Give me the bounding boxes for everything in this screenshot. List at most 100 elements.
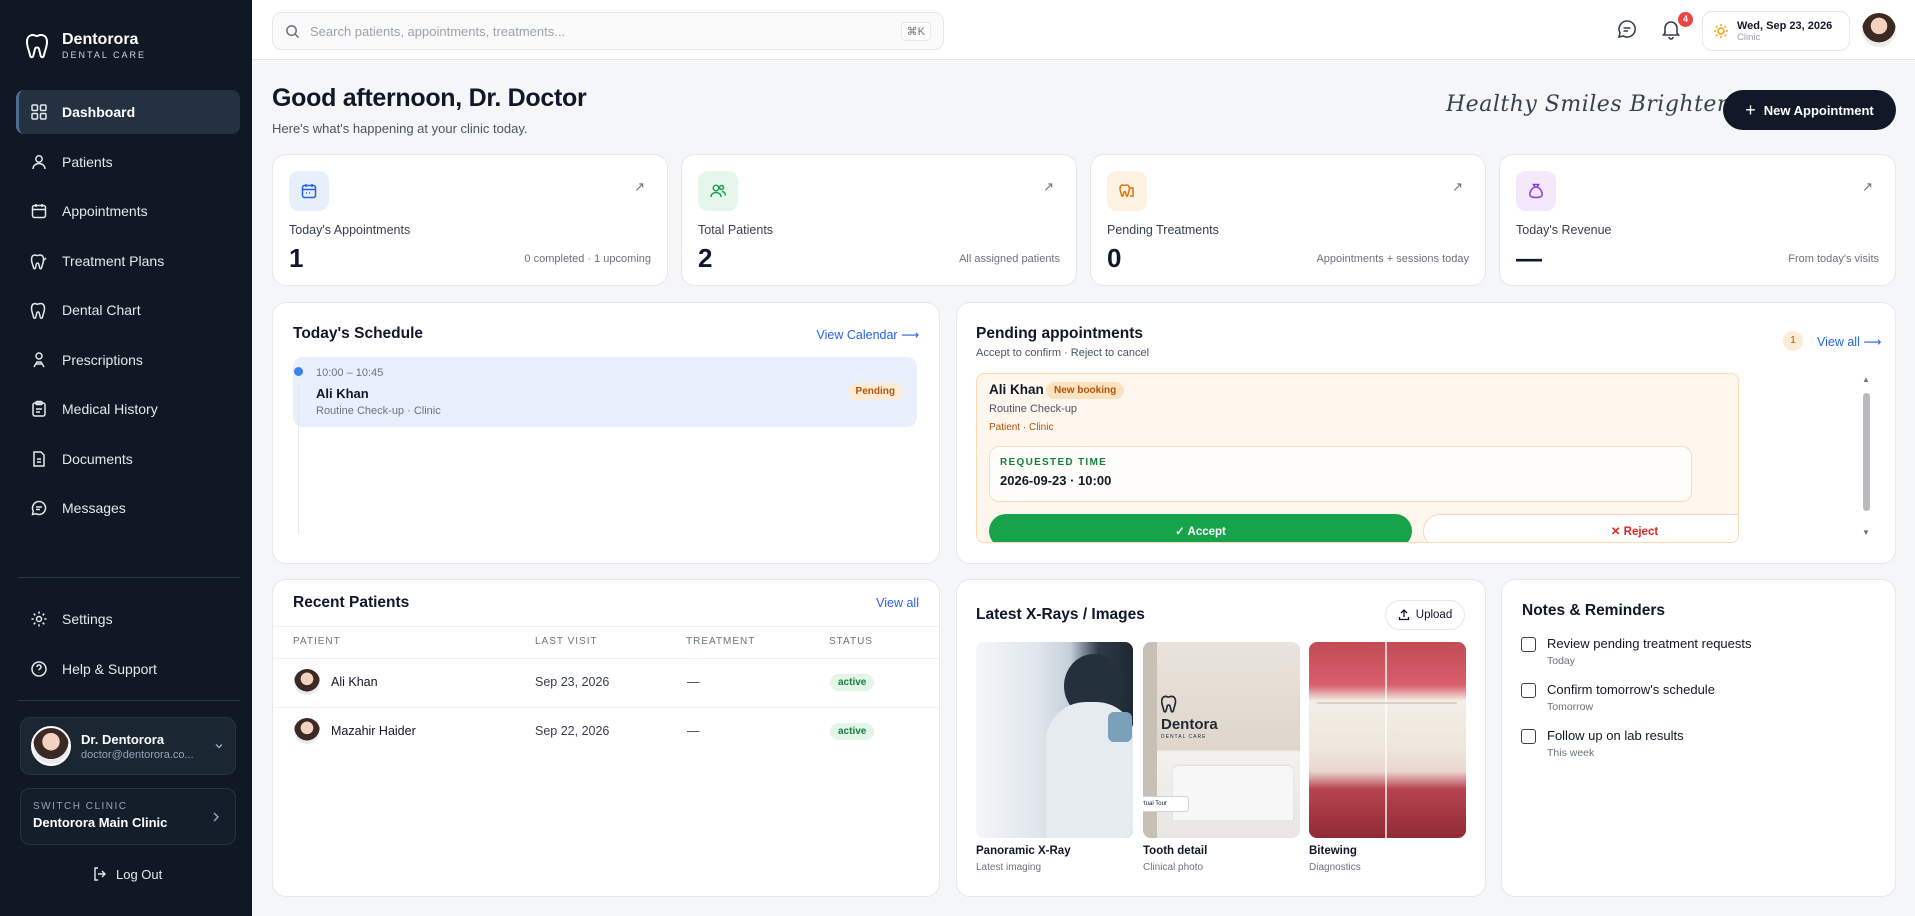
view-calendar-link[interactable]: View Calendar ⟶ xyxy=(817,327,919,342)
notification-badge: 4 xyxy=(1678,12,1693,27)
xray-image-panoramic[interactable] xyxy=(976,642,1133,838)
column-header-last-visit: LAST VISIT xyxy=(535,636,598,647)
scroll-up-arrow[interactable]: ▲ xyxy=(1862,375,1870,384)
sun-icon xyxy=(1714,24,1728,38)
scrollbar-thumb[interactable] xyxy=(1863,393,1870,511)
view-all-pending-link[interactable]: View all ⟶ xyxy=(1817,334,1881,349)
xrays-title: Latest X-Rays / Images xyxy=(976,606,1145,623)
brand-logo[interactable]: Dentorora DENTAL CARE xyxy=(26,32,146,60)
reminder-checkbox[interactable] xyxy=(1521,683,1536,698)
treatment: — xyxy=(687,675,700,689)
gear-icon xyxy=(31,611,47,627)
plus-icon: + xyxy=(1745,99,1756,120)
arrow-up-right-icon[interactable]: ↗ xyxy=(1452,179,1463,195)
scrollbar[interactable]: ▲ ▼ xyxy=(1862,375,1870,542)
check-icon: ✓ xyxy=(1175,526,1185,538)
sidebar-item-label: Treatment Plans xyxy=(62,252,165,269)
arrow-up-right-icon[interactable]: ↗ xyxy=(634,179,645,195)
accept-button[interactable]: ✓ Accept xyxy=(989,514,1412,542)
clinic-sign-subtext: DENTAL CARE xyxy=(1161,734,1207,740)
stat-card-appointments[interactable]: ↗ Today's Appointments 1 0 completed · 1… xyxy=(272,154,668,286)
last-visit: Sep 23, 2026 xyxy=(535,675,610,689)
new-appointment-button[interactable]: + New Appointment xyxy=(1723,90,1896,130)
tooth-plan-icon xyxy=(30,253,47,269)
sidebar-divider xyxy=(18,577,240,578)
view-all-patients-link[interactable]: View all xyxy=(876,596,919,610)
stat-card-patients[interactable]: ↗ Total Patients 2 All assigned patients xyxy=(681,154,1077,286)
accept-label: Accept xyxy=(1187,526,1226,538)
prescription-icon xyxy=(33,351,45,367)
stat-icon-wrapper xyxy=(289,171,329,211)
avatar xyxy=(31,726,71,766)
upload-button[interactable]: Upload xyxy=(1385,600,1465,630)
xray-title: Bitewing xyxy=(1309,845,1357,857)
search-input[interactable] xyxy=(310,23,891,39)
date-widget[interactable]: Wed, Sep 23, 2026 Clinic xyxy=(1702,11,1850,51)
clinic-name: Dentorora Main Clinic xyxy=(33,815,168,830)
chat-icon[interactable] xyxy=(1616,18,1638,40)
user-profile-card[interactable]: Dr. Dentorora doctor@dentorora.co... xyxy=(20,717,236,775)
stat-card-revenue[interactable]: ↗ Today's Revenue — From today's visits xyxy=(1499,154,1896,286)
tooth-logo-icon xyxy=(1160,695,1177,713)
mask-shape xyxy=(1108,712,1132,742)
reminder-text: Follow up on lab results xyxy=(1547,728,1684,743)
arrow-up-right-icon[interactable]: ↗ xyxy=(1862,179,1873,195)
stat-icon-wrapper xyxy=(698,171,738,211)
xray-image-bitewing[interactable] xyxy=(1309,642,1466,838)
reminder-checkbox[interactable] xyxy=(1521,637,1536,652)
reminder-when: This week xyxy=(1547,747,1595,759)
stat-card-pending-treatments[interactable]: ↗ Pending Treatments 0 Appointments + se… xyxy=(1090,154,1486,286)
scroll-down-arrow[interactable]: ▼ xyxy=(1862,528,1870,537)
sidebar-item-label: Appointments xyxy=(62,203,148,219)
stat-value: 0 xyxy=(1107,243,1122,273)
pending-subtitle: Accept to confirm · Reject to cancel xyxy=(976,347,1150,359)
stat-label: Today's Appointments xyxy=(289,223,411,237)
sidebar-item-prescriptions[interactable]: Prescriptions xyxy=(16,338,240,382)
reminder-checkbox[interactable] xyxy=(1521,729,1536,744)
schedule-time: 10:00 – 10:45 xyxy=(316,367,384,379)
search-bar: ⌘K xyxy=(272,12,944,50)
sidebar-item-dashboard[interactable]: Dashboard xyxy=(16,90,240,134)
sidebar-item-medical-history[interactable]: Medical History xyxy=(16,387,240,431)
xray-subtitle: Clinical photo xyxy=(1143,862,1204,873)
sidebar-item-dental-chart[interactable]: Dental Chart xyxy=(16,288,240,332)
clinic-sign-text: Dentora xyxy=(1161,716,1218,733)
switch-clinic-card[interactable]: SWITCH CLINIC Dentorora Main Clinic xyxy=(20,788,236,845)
sidebar-item-messages[interactable]: Messages xyxy=(16,486,240,530)
sidebar-item-treatment-plans[interactable]: Treatment Plans xyxy=(16,239,240,283)
reminder-when: Tomorrow xyxy=(1547,701,1594,713)
users-icon xyxy=(710,184,727,198)
user-email: doctor@dentorora.co... xyxy=(81,748,194,761)
stat-icon-wrapper xyxy=(1516,171,1556,211)
reminder-text: Confirm tomorrow's schedule xyxy=(1547,682,1715,697)
clipboard-tooth-icon xyxy=(1119,184,1134,197)
sidebar-item-settings[interactable]: Settings xyxy=(16,597,240,641)
schedule-item[interactable]: 10:00 – 10:45 Ali Khan Routine Check-up … xyxy=(293,357,917,427)
arrow-up-right-icon[interactable]: ↗ xyxy=(1043,179,1054,195)
timeline-line xyxy=(298,380,299,534)
avatar[interactable] xyxy=(1862,13,1896,47)
new-booking-badge: New booking xyxy=(1046,382,1125,399)
schedule-detail: Routine Check-up · Clinic xyxy=(316,405,441,417)
chevron-right-icon xyxy=(213,812,220,822)
logout-button[interactable]: Log Out xyxy=(92,866,162,882)
chevron-down-icon[interactable] xyxy=(213,740,225,752)
search-icon xyxy=(286,24,300,38)
column-header-treatment: TREATMENT xyxy=(686,636,756,647)
xray-subtitle: Latest imaging xyxy=(976,862,1042,873)
sidebar-item-documents[interactable]: Documents xyxy=(16,437,240,481)
schedule-patient: Ali Khan xyxy=(316,386,369,401)
money-bag-icon xyxy=(1529,183,1543,199)
switch-clinic-label: SWITCH CLINIC xyxy=(33,801,128,812)
sidebar-item-label: Prescriptions xyxy=(62,351,143,368)
reject-button[interactable]: ✕ Reject xyxy=(1423,514,1738,542)
sidebar-item-help-support[interactable]: Help & Support xyxy=(16,647,240,691)
patient-name: Mazahir Haider xyxy=(331,724,416,738)
sidebar-item-patients[interactable]: Patients xyxy=(16,140,240,184)
xray-image-tooth-detail[interactable]: Dentora DENTAL CARE rtual Tour xyxy=(1143,642,1300,838)
message-icon xyxy=(31,500,47,516)
pending-patient-name: Ali Khan xyxy=(989,382,1044,397)
sidebar-item-appointments[interactable]: Appointments xyxy=(16,189,240,233)
calendar-icon xyxy=(31,204,47,219)
tooth-icon xyxy=(30,302,46,319)
